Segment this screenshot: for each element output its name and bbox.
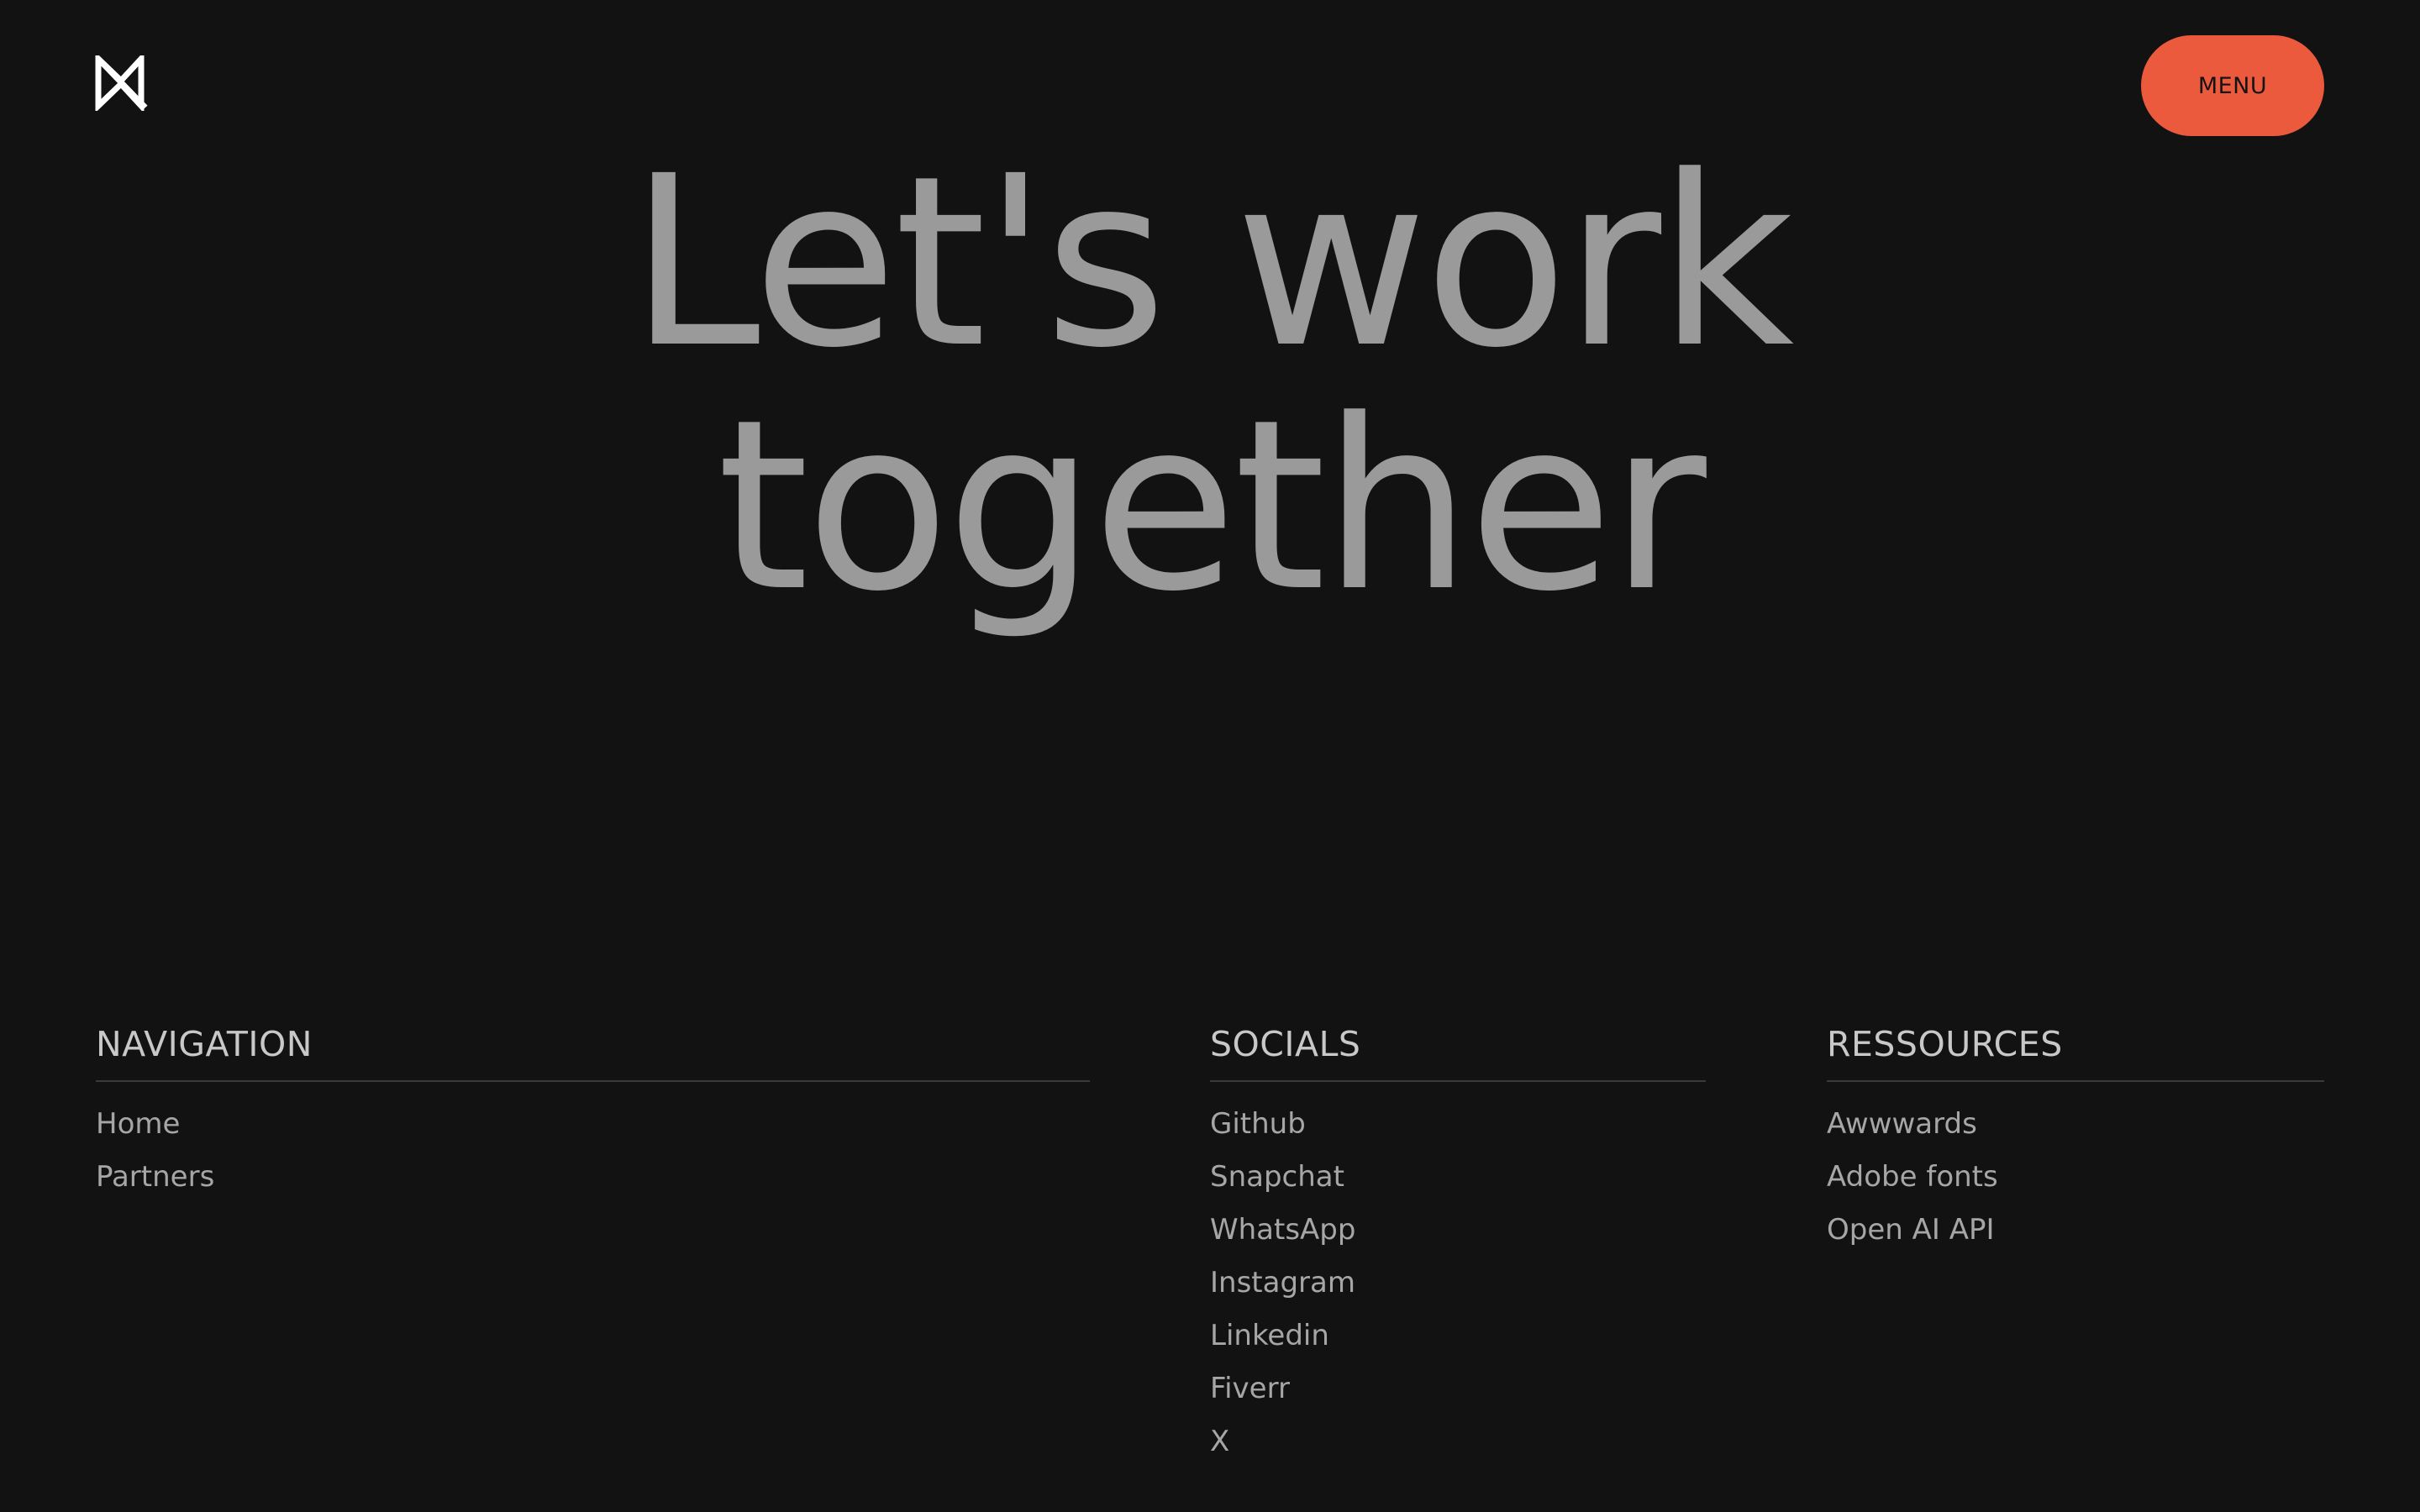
hero-headline: Let's work together (0, 141, 2420, 628)
resource-link-adobe-fonts[interactable]: Adobe fonts (1827, 1160, 1998, 1194)
resource-link-openai-api[interactable]: Open AI API (1827, 1213, 1995, 1247)
list-item: Home (96, 1105, 1090, 1158)
social-link-whatsapp[interactable]: WhatsApp (1210, 1213, 1355, 1247)
navigation-list: Home Partners (96, 1082, 1090, 1211)
hero-line-1: Let's work (629, 126, 1795, 400)
nav-link-partners[interactable]: Partners (96, 1160, 214, 1194)
resource-link-awwwards[interactable]: Awwwards (1827, 1107, 1977, 1141)
nav-link-home[interactable]: Home (96, 1107, 180, 1141)
navigation-column: NAVIGATION Home Partners (96, 1016, 1090, 1211)
list-item: Partners (96, 1158, 1090, 1211)
social-link-snapchat[interactable]: Snapchat (1210, 1160, 1344, 1194)
list-item: Open AI API (1827, 1211, 2324, 1264)
socials-list: Github Snapchat WhatsApp Instagram Linke… (1210, 1082, 1706, 1476)
list-item: WhatsApp (1210, 1211, 1706, 1264)
list-item: X (1210, 1423, 1706, 1476)
list-item: Snapchat (1210, 1158, 1706, 1211)
menu-button[interactable]: MENU (2141, 35, 2324, 136)
list-item: Instagram (1210, 1264, 1706, 1317)
monogram-logo-icon (95, 55, 148, 111)
list-item: Fiverr (1210, 1370, 1706, 1423)
social-link-instagram[interactable]: Instagram (1210, 1266, 1355, 1299)
logo[interactable] (94, 55, 150, 111)
resources-list: Awwwards Adobe fonts Open AI API (1827, 1082, 2324, 1264)
hero-line-2: together (717, 370, 1707, 643)
navigation-heading: NAVIGATION (96, 1016, 1090, 1082)
social-link-github[interactable]: Github (1210, 1107, 1306, 1141)
list-item: Github (1210, 1105, 1706, 1158)
socials-column: SOCIALS Github Snapchat WhatsApp Instagr… (1210, 1016, 1706, 1476)
list-item: Linkedin (1210, 1317, 1706, 1370)
resources-heading: RESSOURCES (1827, 1016, 2324, 1082)
socials-heading: SOCIALS (1210, 1016, 1706, 1082)
social-link-x[interactable]: X (1210, 1425, 1229, 1458)
social-link-linkedin[interactable]: Linkedin (1210, 1319, 1329, 1352)
list-item: Awwwards (1827, 1105, 2324, 1158)
list-item: Adobe fonts (1827, 1158, 2324, 1211)
social-link-fiverr[interactable]: Fiverr (1210, 1372, 1290, 1405)
resources-column: RESSOURCES Awwwards Adobe fonts Open AI … (1827, 1016, 2324, 1264)
